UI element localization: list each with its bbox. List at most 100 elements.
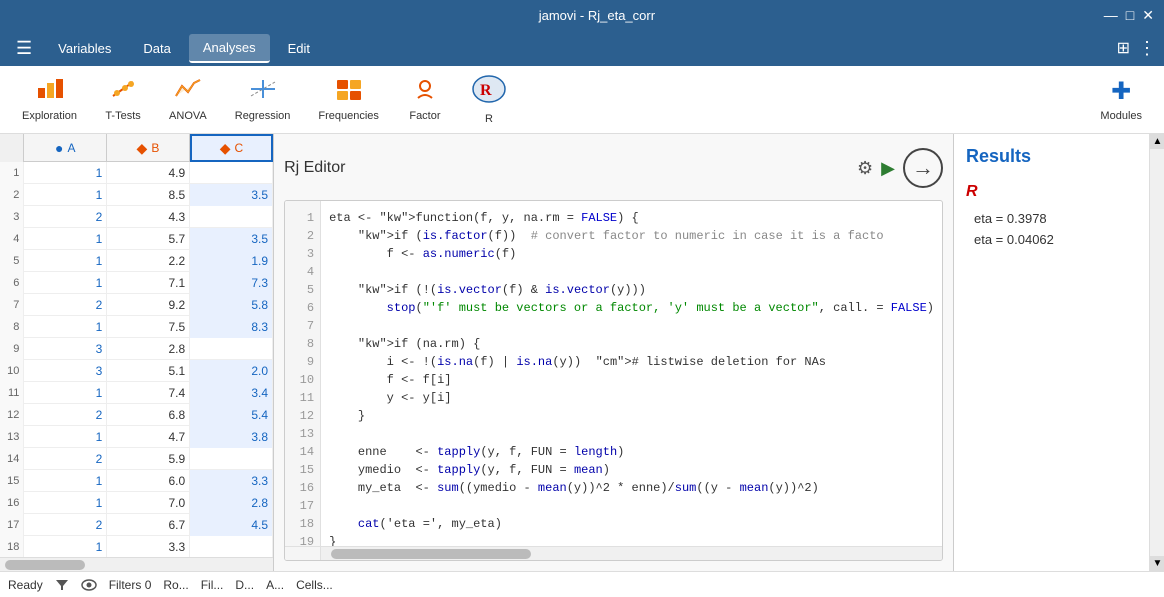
results-scrollbar[interactable]: ▲ ▼ bbox=[1149, 134, 1164, 571]
cell-a[interactable]: 3 bbox=[24, 338, 107, 360]
cell-a[interactable]: 1 bbox=[24, 470, 107, 492]
run-button[interactable]: → bbox=[903, 148, 943, 188]
cell-b[interactable]: 6.0 bbox=[107, 470, 190, 492]
cell-c[interactable]: 8.3 bbox=[190, 316, 273, 338]
table-row[interactable]: 2 1 8.5 3.5 bbox=[0, 184, 273, 206]
cell-b[interactable]: 6.7 bbox=[107, 514, 190, 536]
cell-b[interactable]: 7.4 bbox=[107, 382, 190, 404]
cell-c[interactable]: 3.5 bbox=[190, 228, 273, 250]
cell-b[interactable]: 8.5 bbox=[107, 184, 190, 206]
table-row[interactable]: 9 3 2.8 bbox=[0, 338, 273, 360]
h-scroll-thumb[interactable] bbox=[5, 560, 85, 570]
cell-a[interactable]: 1 bbox=[24, 250, 107, 272]
cell-a[interactable]: 1 bbox=[24, 272, 107, 294]
toolbar-ttests[interactable]: T-Tests bbox=[93, 72, 153, 128]
status-filter-icon[interactable] bbox=[55, 578, 69, 592]
scroll-up-btn[interactable]: ▲ bbox=[1150, 134, 1164, 149]
cell-c[interactable]: 1.9 bbox=[190, 250, 273, 272]
cell-c[interactable]: 4.5 bbox=[190, 514, 273, 536]
table-row[interactable]: 3 2 4.3 bbox=[0, 206, 273, 228]
menu-edit[interactable]: Edit bbox=[274, 35, 324, 62]
table-row[interactable]: 16 1 7.0 2.8 bbox=[0, 492, 273, 514]
cell-c[interactable] bbox=[190, 536, 273, 557]
minimize-button[interactable]: — bbox=[1104, 7, 1118, 24]
cell-b[interactable]: 4.3 bbox=[107, 206, 190, 228]
table-row[interactable]: 7 2 9.2 5.8 bbox=[0, 294, 273, 316]
col-header-b[interactable]: ◆ B bbox=[107, 134, 190, 162]
col-header-c[interactable]: ◆ C bbox=[190, 134, 273, 162]
table-row[interactable]: 8 1 7.5 8.3 bbox=[0, 316, 273, 338]
cell-a[interactable]: 1 bbox=[24, 426, 107, 448]
cell-b[interactable]: 3.3 bbox=[107, 536, 190, 557]
cell-c[interactable]: 3.4 bbox=[190, 382, 273, 404]
cell-b[interactable]: 9.2 bbox=[107, 294, 190, 316]
cell-b[interactable]: 5.9 bbox=[107, 448, 190, 470]
menu-data[interactable]: Data bbox=[129, 35, 184, 62]
menu-analyses[interactable]: Analyses bbox=[189, 34, 270, 63]
play-icon[interactable]: ▶ bbox=[881, 158, 895, 179]
cell-a[interactable]: 2 bbox=[24, 514, 107, 536]
cell-c[interactable]: 2.0 bbox=[190, 360, 273, 382]
cell-c[interactable] bbox=[190, 206, 273, 228]
hamburger-menu[interactable]: ☰ bbox=[8, 34, 40, 63]
cell-a[interactable]: 2 bbox=[24, 294, 107, 316]
scrollbar-thumb[interactable] bbox=[331, 549, 531, 559]
cell-a[interactable]: 3 bbox=[24, 360, 107, 382]
toolbar-r[interactable]: R R bbox=[459, 69, 519, 131]
table-row[interactable]: 15 1 6.0 3.3 bbox=[0, 470, 273, 492]
table-row[interactable]: 11 1 7.4 3.4 bbox=[0, 382, 273, 404]
cell-c[interactable]: 5.4 bbox=[190, 404, 273, 426]
col-header-a[interactable]: ● A bbox=[24, 134, 107, 162]
more-icon[interactable]: ⋮ bbox=[1138, 38, 1156, 59]
zoom-icon[interactable]: ⊞ bbox=[1117, 38, 1130, 58]
cell-c[interactable]: 3.8 bbox=[190, 426, 273, 448]
menu-variables[interactable]: Variables bbox=[44, 35, 125, 62]
cell-b[interactable]: 5.1 bbox=[107, 360, 190, 382]
code-content[interactable]: eta <- "kw">function(f, y, na.rm = FALSE… bbox=[321, 201, 942, 546]
cell-b[interactable]: 7.0 bbox=[107, 492, 190, 514]
cell-a[interactable]: 1 bbox=[24, 536, 107, 557]
table-row[interactable]: 10 3 5.1 2.0 bbox=[0, 360, 273, 382]
cell-b[interactable]: 7.5 bbox=[107, 316, 190, 338]
cell-b[interactable]: 7.1 bbox=[107, 272, 190, 294]
cell-b[interactable]: 4.9 bbox=[107, 162, 190, 184]
editor-scrollbar[interactable] bbox=[285, 546, 942, 560]
cell-c[interactable]: 2.8 bbox=[190, 492, 273, 514]
cell-b[interactable]: 4.7 bbox=[107, 426, 190, 448]
cell-a[interactable]: 1 bbox=[24, 162, 107, 184]
cell-b[interactable]: 2.8 bbox=[107, 338, 190, 360]
status-eye-icon[interactable] bbox=[81, 579, 97, 591]
horizontal-scrollbar[interactable] bbox=[0, 557, 273, 571]
table-row[interactable]: 4 1 5.7 3.5 bbox=[0, 228, 273, 250]
cell-a[interactable]: 1 bbox=[24, 492, 107, 514]
window-controls[interactable]: — □ ✕ bbox=[1104, 7, 1154, 24]
cell-a[interactable]: 1 bbox=[24, 184, 107, 206]
table-row[interactable]: 14 2 5.9 bbox=[0, 448, 273, 470]
spreadsheet-body[interactable]: 1 1 4.9 2 1 8.5 3.5 3 2 4.3 4 1 5.7 3.5 … bbox=[0, 162, 273, 557]
gear-icon[interactable]: ⚙ bbox=[857, 158, 873, 179]
cell-c[interactable] bbox=[190, 338, 273, 360]
cell-a[interactable]: 1 bbox=[24, 228, 107, 250]
cell-c[interactable]: 3.3 bbox=[190, 470, 273, 492]
toolbar-exploration[interactable]: Exploration bbox=[10, 72, 89, 128]
table-row[interactable]: 12 2 6.8 5.4 bbox=[0, 404, 273, 426]
table-row[interactable]: 18 1 3.3 bbox=[0, 536, 273, 557]
scroll-down-btn[interactable]: ▼ bbox=[1150, 556, 1164, 571]
cell-a[interactable]: 2 bbox=[24, 448, 107, 470]
cell-c[interactable]: 3.5 bbox=[190, 184, 273, 206]
maximize-button[interactable]: □ bbox=[1126, 7, 1134, 24]
table-row[interactable]: 13 1 4.7 3.8 bbox=[0, 426, 273, 448]
toolbar-frequencies[interactable]: Frequencies bbox=[306, 72, 391, 128]
cell-a[interactable]: 2 bbox=[24, 404, 107, 426]
toolbar-anova[interactable]: ANOVA bbox=[157, 72, 219, 128]
cell-b[interactable]: 5.7 bbox=[107, 228, 190, 250]
scrollbar-track[interactable] bbox=[321, 547, 942, 560]
cell-c[interactable]: 5.8 bbox=[190, 294, 273, 316]
cell-b[interactable]: 2.2 bbox=[107, 250, 190, 272]
table-row[interactable]: 1 1 4.9 bbox=[0, 162, 273, 184]
cell-c[interactable] bbox=[190, 162, 273, 184]
cell-a[interactable]: 2 bbox=[24, 206, 107, 228]
code-editor[interactable]: 1234567891011121314151617181920212223242… bbox=[284, 200, 943, 561]
cell-a[interactable]: 1 bbox=[24, 316, 107, 338]
table-row[interactable]: 17 2 6.7 4.5 bbox=[0, 514, 273, 536]
